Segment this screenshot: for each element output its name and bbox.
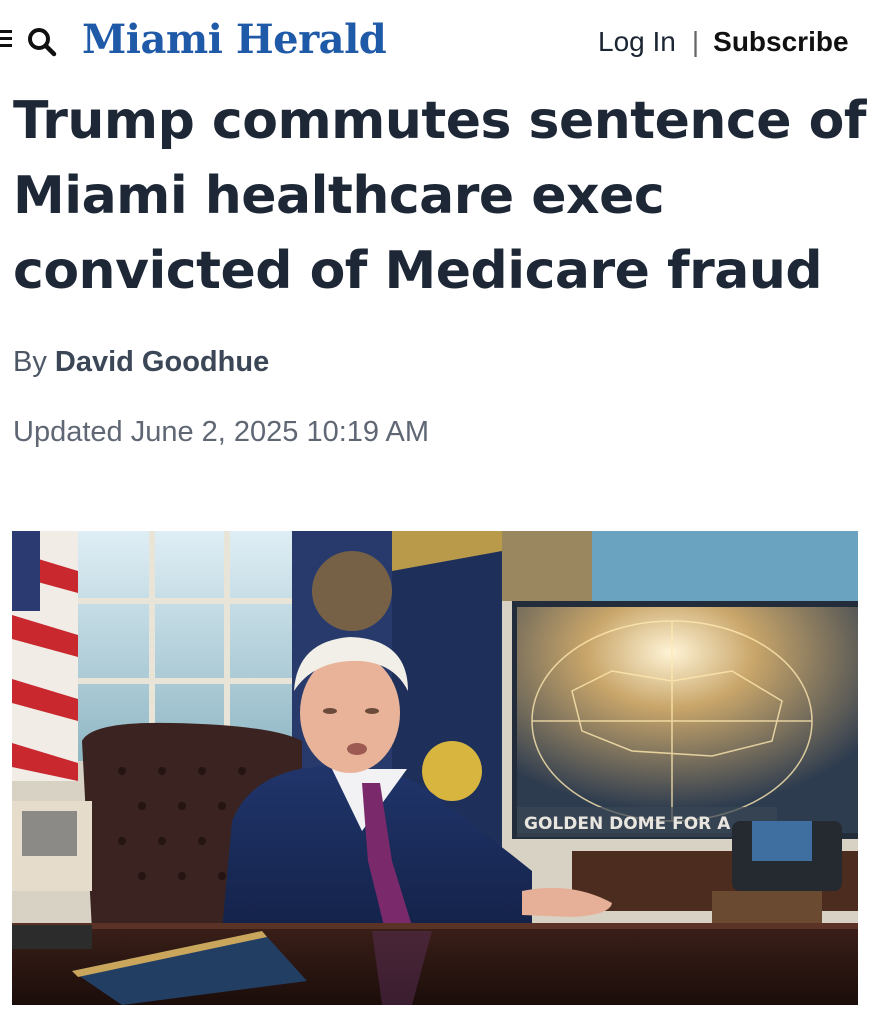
search-icon[interactable] xyxy=(26,26,58,58)
article-headline: Trump commutes sentence of Miami healthc… xyxy=(13,91,866,301)
account-links: Log In | Subscribe xyxy=(598,26,849,58)
article-photo[interactable]: GOLDEN DOME FOR A xyxy=(12,531,858,1005)
subscribe-link[interactable]: Subscribe xyxy=(713,26,848,57)
header-separator: | xyxy=(691,26,700,57)
menu-icon[interactable] xyxy=(0,28,16,50)
article-page: Miami Herald Log In | Subscribe Trump comm… xyxy=(0,0,876,1024)
byline: By David Goodhue xyxy=(13,346,269,379)
author-link[interactable]: David Goodhue xyxy=(55,346,269,378)
screen-caption: GOLDEN DOME FOR A xyxy=(524,814,731,834)
login-link[interactable]: Log In xyxy=(598,26,676,57)
updated-timestamp: Updated June 2, 2025 10:19 AM xyxy=(13,416,429,448)
photo-illustration: GOLDEN DOME FOR A xyxy=(12,531,858,1005)
site-logo[interactable]: Miami Herald xyxy=(82,16,387,63)
site-header: Miami Herald Log In | Subscribe xyxy=(0,0,876,92)
byline-prefix: By xyxy=(13,346,47,378)
